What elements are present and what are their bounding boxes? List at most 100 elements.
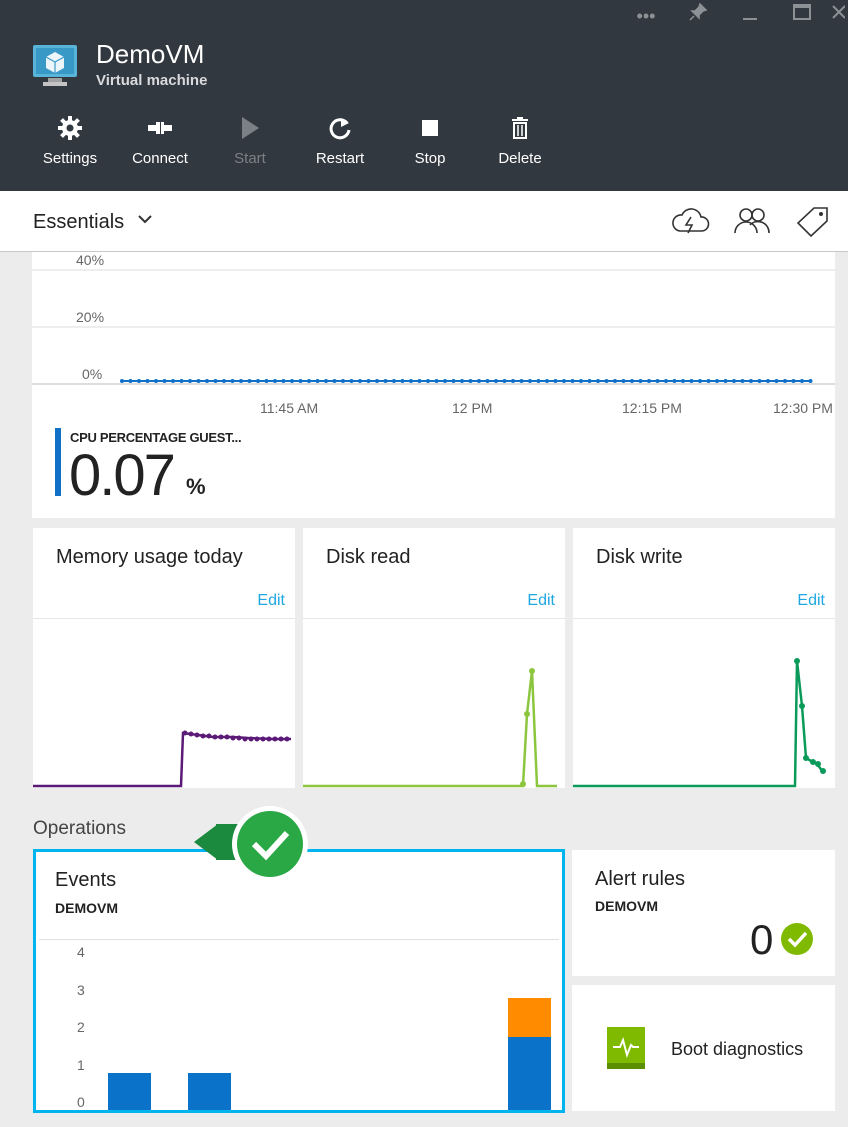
cpu-point	[205, 379, 209, 383]
cpu-point	[570, 379, 575, 383]
gear-icon	[57, 115, 83, 146]
chevron-down-icon[interactable]	[136, 209, 154, 234]
cpu-point	[230, 379, 235, 383]
cpu-chart	[32, 269, 835, 385]
cpu-point	[638, 379, 643, 383]
restart-icon	[327, 115, 353, 146]
essentials-actions	[670, 205, 830, 242]
cpu-point	[562, 379, 566, 383]
cpu-point	[366, 379, 371, 383]
users-icon[interactable]	[732, 205, 772, 242]
cpu-point	[528, 379, 532, 383]
cpu-point	[307, 379, 311, 383]
cpu-xtick: 12:15 PM	[622, 400, 682, 416]
cpu-point	[349, 379, 354, 383]
cpu-point	[791, 379, 796, 383]
cloud-lightning-icon[interactable]	[670, 205, 710, 242]
cpu-point	[740, 379, 745, 383]
metric-unit: %	[186, 474, 206, 499]
tag-icon[interactable]	[794, 205, 830, 242]
minimize-icon[interactable]	[724, 2, 776, 30]
connect-label: Connect	[132, 150, 188, 167]
cpu-point	[502, 379, 507, 383]
cpu-point	[587, 379, 592, 383]
pin-icon[interactable]	[672, 2, 724, 30]
blade-header: ••• DemoVM Virtual machine Settings Conn…	[0, 0, 848, 191]
cpu-point	[213, 379, 218, 383]
cpu-point	[689, 379, 694, 383]
cpu-point	[757, 379, 762, 383]
cpu-point	[171, 379, 175, 383]
connect-button[interactable]: Connect	[115, 114, 205, 167]
restart-label: Restart	[315, 150, 365, 167]
memory-tile[interactable]: Memory usage today Edit	[33, 528, 295, 788]
memory-chart	[33, 730, 291, 788]
cpu-point	[732, 379, 736, 383]
alert-rules-tile[interactable]: Alert rules DEMOVM 0	[572, 850, 835, 976]
cpu-point	[511, 379, 515, 383]
cpu-point	[536, 379, 541, 383]
cpu-point	[451, 379, 456, 383]
window-controls: •••	[620, 2, 848, 30]
cpu-point	[358, 379, 362, 383]
cpu-point	[647, 379, 651, 383]
cpu-point	[188, 379, 192, 383]
cpu-point	[162, 379, 167, 383]
page-subtitle: Virtual machine	[96, 72, 208, 89]
cpu-point	[800, 379, 804, 383]
more-icon[interactable]: •••	[620, 2, 672, 30]
cpu-ytick: 40%	[76, 252, 105, 268]
cpu-point	[383, 379, 388, 383]
vm-icon	[32, 44, 78, 88]
essentials-bar[interactable]: Essentials	[0, 191, 848, 252]
cpu-point	[579, 379, 583, 383]
cpu-point	[672, 379, 677, 383]
disk-write-tile[interactable]: Disk write Edit	[573, 528, 835, 788]
check-circle-icon	[780, 922, 814, 961]
disk-write-chart	[573, 658, 826, 788]
trash-icon	[511, 116, 529, 144]
maximize-icon[interactable]	[776, 2, 828, 30]
settings-button[interactable]: Settings	[25, 114, 115, 167]
cpu-point	[324, 379, 328, 383]
boot-diagnostics-icon	[605, 1025, 647, 1076]
cpu-point	[281, 379, 286, 383]
stop-button[interactable]: Stop	[385, 114, 475, 167]
alert-count: 0	[750, 916, 774, 963]
connect-icon	[146, 118, 174, 143]
cpu-point	[664, 379, 668, 383]
section-title: Operations	[33, 818, 126, 839]
cpu-point	[630, 379, 634, 383]
cpu-point	[434, 379, 439, 383]
delete-button[interactable]: Delete	[475, 114, 565, 167]
cpu-ytick: 20%	[76, 309, 105, 325]
stop-label: Stop	[414, 150, 446, 167]
cpu-point	[621, 379, 626, 383]
cpu-point	[723, 379, 728, 383]
cpu-chart-tile[interactable]: 40% 20% 0% 11:45 AM 12 PM 12:15 PM 12:30…	[32, 252, 835, 518]
disk-read-tile[interactable]: Disk read Edit	[303, 528, 565, 788]
events-bar	[508, 998, 551, 1037]
start-button[interactable]: Start	[205, 114, 295, 167]
boot-diagnostics-label: Boot diagnostics	[671, 1039, 804, 1059]
cpu-point	[222, 379, 226, 383]
success-badge-icon	[190, 804, 308, 891]
cpu-point	[247, 379, 252, 383]
cpu-series	[120, 379, 813, 383]
cpu-point	[766, 379, 770, 383]
command-bar: Settings Connect Start Restart Stop Dele…	[25, 114, 565, 167]
cpu-ytick: 0%	[82, 366, 103, 382]
boot-diagnostics-tile[interactable]: Boot diagnostics	[572, 985, 835, 1111]
cpu-point	[715, 379, 719, 383]
cpu-point	[519, 379, 524, 383]
cpu-point	[375, 379, 379, 383]
close-icon[interactable]	[828, 2, 848, 30]
cpu-point	[315, 379, 320, 383]
disk-read-line	[303, 670, 557, 788]
cpu-point	[179, 379, 184, 383]
cpu-point	[264, 379, 269, 383]
events-bar	[188, 1073, 231, 1110]
cpu-point	[128, 379, 133, 383]
restart-button[interactable]: Restart	[295, 114, 385, 167]
cpu-point	[137, 379, 141, 383]
